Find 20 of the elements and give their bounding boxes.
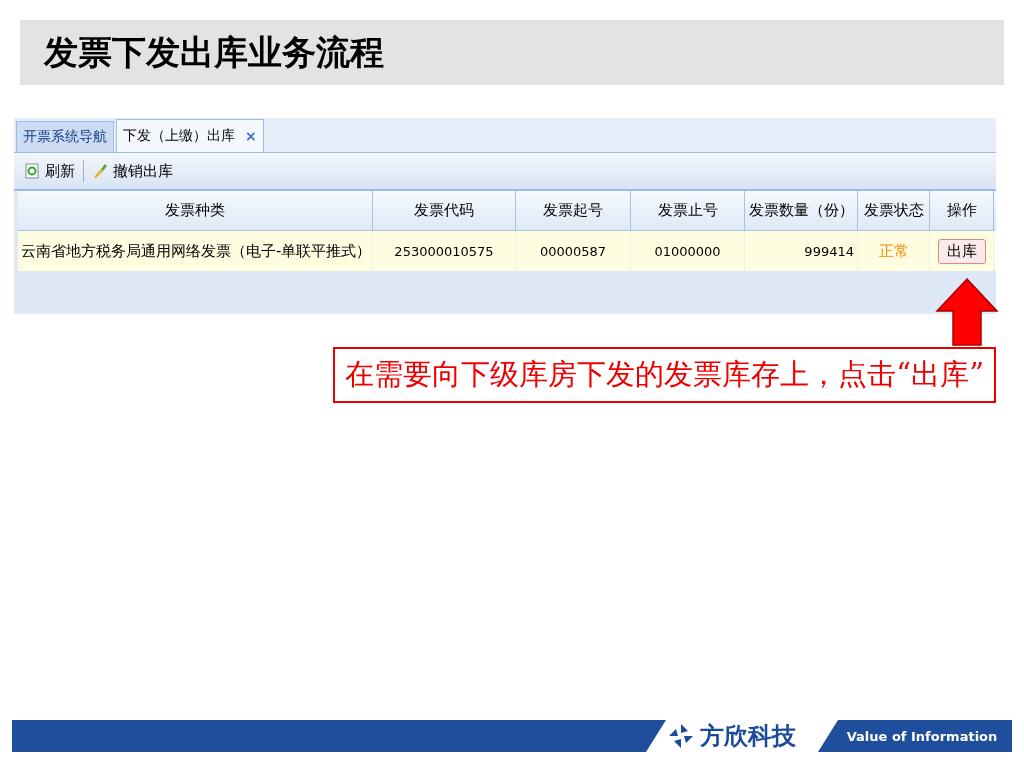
logo-icon bbox=[668, 723, 694, 749]
brush-icon bbox=[92, 163, 108, 179]
table-cell: 999414 bbox=[745, 231, 858, 271]
table-cell: 01000000 bbox=[631, 231, 745, 271]
slide-title: 发票下发出库业务流程 bbox=[44, 30, 384, 74]
close-icon[interactable]: × bbox=[245, 128, 257, 144]
tab[interactable]: 开票系统导航 bbox=[16, 121, 114, 152]
refresh-icon bbox=[24, 163, 40, 179]
callout-text: 在需要向下级库房下发的发票库存上，点击“出库” bbox=[333, 347, 996, 403]
table-cell: 云南省地方税务局通用网络发票（电子-单联平推式） bbox=[18, 231, 373, 271]
tab[interactable]: 下发（上缴）出库 × bbox=[116, 119, 264, 152]
slogan: Value of Information bbox=[818, 720, 1012, 752]
up-arrow-icon bbox=[935, 277, 999, 347]
toolbar-button[interactable]: 刷新 bbox=[20, 159, 79, 183]
stock-out-button[interactable]: 出库 bbox=[937, 238, 986, 264]
table-cell: 00000587 bbox=[516, 231, 631, 271]
brand-name: 方欣科技 bbox=[700, 721, 796, 752]
status-cell: 正常 bbox=[858, 231, 930, 271]
toolbar-button[interactable]: 撤销出库 bbox=[88, 159, 177, 183]
table-cell: 253000010575 bbox=[373, 231, 516, 271]
